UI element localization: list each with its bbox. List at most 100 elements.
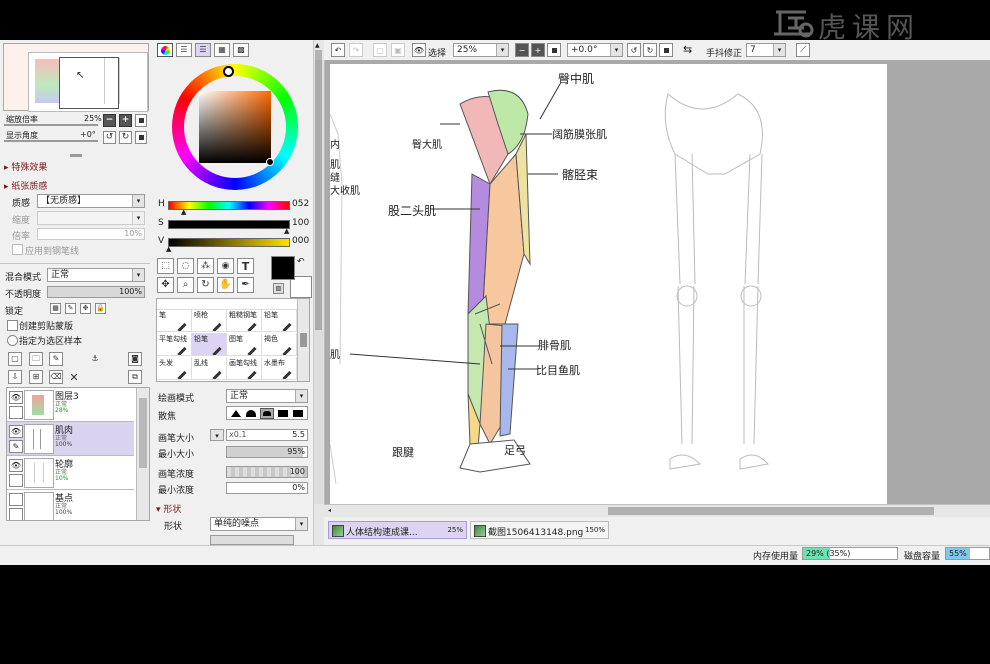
zoom-in-button[interactable]: + (119, 114, 132, 127)
paper-texture-header[interactable]: ▸ 纸张质感 (4, 179, 47, 192)
visibility-eye-icon[interactable]: 👁 (9, 459, 23, 472)
s-slider-thumb[interactable]: ▲ (284, 228, 289, 235)
brush-tool-3[interactable]: 铅笔 (262, 309, 297, 332)
show-selection-eye-icon[interactable]: 👁 (412, 43, 426, 57)
eyedropper-tool-icon[interactable]: ✒ (237, 277, 254, 293)
saturation-value-square[interactable] (199, 91, 271, 163)
hand-tool-icon[interactable]: ✋ (217, 277, 234, 293)
blend-mode-select[interactable]: 正常 ▾ (47, 268, 145, 282)
hsv-slider-tab[interactable]: ☰ (195, 43, 211, 57)
canvas-zoom-reset-button[interactable] (547, 43, 561, 57)
lock-all-button[interactable]: 🔒 (95, 303, 106, 314)
canvas-paper[interactable]: 臀中肌 阔筋膜张肌 髂胫束 臀大肌 股二头肌 腓骨肌 比目鱼肌 跟腱 足弓 内 … (330, 64, 887, 504)
layer-list-scrollbar[interactable] (136, 388, 149, 520)
invert-select-button[interactable]: ▣ (391, 43, 405, 57)
zoom-slider[interactable] (4, 124, 98, 126)
canvas-rotate-select[interactable]: +0.0° ▾ (567, 43, 623, 57)
swatches-tab[interactable]: ▦ (214, 43, 230, 57)
visibility-eye-icon[interactable] (9, 493, 23, 506)
density-slider[interactable]: 100 (226, 466, 308, 478)
selection-pen-tool[interactable]: ◉ (217, 258, 234, 274)
merge-down-button[interactable]: ⊞ (29, 370, 43, 384)
canvas-zoom-out-button[interactable]: − (515, 43, 529, 57)
brush-tool-9[interactable]: 乱线 (192, 357, 227, 380)
flip-horizontal-icon[interactable]: ⇆ (683, 43, 692, 56)
multiplier-slider[interactable]: 10% (37, 228, 145, 240)
min-density-slider[interactable]: 0% (226, 482, 308, 494)
min-size-slider[interactable]: 95% (226, 446, 308, 458)
lock-paint-button[interactable]: ✎ (65, 303, 76, 314)
s-slider[interactable] (168, 220, 290, 229)
canvas-viewport[interactable]: 臀中肌 阔筋膜张肌 髂胫束 臀大肌 股二头肌 腓骨肌 比目鱼肌 跟腱 足弓 内 … (314, 60, 990, 504)
rotate-tool-icon[interactable]: ↻ (197, 277, 214, 293)
clip-mask-checkbox[interactable] (7, 320, 18, 331)
color-wheel[interactable] (172, 64, 298, 190)
scratchpad-tab[interactable]: ▩ (233, 43, 249, 57)
h-slider-thumb[interactable]: ▲ (181, 209, 186, 216)
rect-select-tool[interactable]: ⬚ (157, 258, 174, 274)
brush-tool-4[interactable]: 平笔勾线 (157, 333, 192, 356)
special-effects-header[interactable]: ▸ 特殊效果 (4, 160, 47, 173)
doc-tab[interactable]: 截图1506413148.png 150% (470, 521, 609, 539)
delete-layer-button[interactable]: ✕ (67, 370, 81, 384)
layer-options-button[interactable]: ⚓ (88, 352, 102, 366)
shape-strength-slider[interactable] (210, 535, 294, 545)
lock-move-button[interactable]: ✥ (80, 303, 91, 314)
canvas-rotate-right-button[interactable]: ↻ (643, 43, 657, 57)
layer-select-checkbox[interactable] (9, 508, 23, 520)
draw-mode-select[interactable]: 正常 ▾ (226, 389, 308, 403)
quality-select[interactable]: 【无质感】 ▾ (37, 194, 145, 208)
new-set-button[interactable]: 🗀 (29, 352, 43, 366)
brush-tool-0[interactable]: 笔 (157, 309, 192, 332)
color-wheel-tab[interactable] (157, 43, 173, 57)
transparent-color-icon[interactable]: ▧ (273, 283, 284, 294)
rotate-right-button[interactable]: ↻ (119, 131, 132, 144)
transfer-down-button[interactable]: ⇩ (8, 370, 22, 384)
layer-item[interactable]: 👁 轮廓 正常 10% (7, 456, 134, 490)
clear-layer-button[interactable]: ⌫ (49, 370, 63, 384)
sample-checkbox[interactable] (7, 335, 18, 346)
straight-line-toggle[interactable]: ⟋ (796, 43, 810, 57)
merge-visible-button[interactable]: ⧉ (128, 370, 142, 384)
brush-size-slider[interactable]: x0.1 5.5 (226, 429, 308, 441)
angle-slider[interactable] (4, 140, 98, 142)
edge-hardness-selector[interactable] (226, 406, 308, 420)
tool-grid-scrollbar[interactable] (297, 299, 309, 381)
zoom-reset-button[interactable] (135, 114, 147, 127)
magic-wand-tool[interactable]: ⁂ (197, 258, 214, 274)
new-layer-button[interactable]: ▢ (8, 352, 22, 366)
canvas-left-scrollbar[interactable] (314, 60, 325, 504)
canvas-zoom-in-button[interactable]: + (531, 43, 545, 57)
brush-tool-8[interactable]: 头发 (157, 357, 192, 380)
layer-item[interactable]: 👁 图层3 正常 28% (7, 388, 134, 422)
scale-select[interactable]: ▾ (37, 211, 145, 225)
brush-tool-11[interactable]: 水墨布 (262, 357, 297, 380)
redo-button[interactable]: ↷ (349, 43, 363, 57)
doc-tab-active[interactable]: 人体结构速成课... 25% (328, 521, 467, 539)
navigator-preview[interactable]: ↖ (3, 43, 149, 112)
canvas-rotate-reset-button[interactable] (659, 43, 673, 57)
v-slider-thumb[interactable]: ▲ (166, 246, 171, 253)
brush-tool-5[interactable]: 铅笔 (192, 333, 227, 356)
layer-select-checkbox[interactable] (9, 406, 23, 419)
stabilizer-select[interactable]: 7 ▾ (746, 43, 786, 57)
rgb-slider-tab[interactable]: ☰ (176, 43, 192, 57)
foreground-color-swatch[interactable] (271, 256, 295, 280)
lock-transparency-button[interactable]: ▦ (50, 303, 61, 314)
brush-tool-6[interactable]: 图笔 (227, 333, 262, 356)
brush-size-mult-select[interactable]: ▾ (210, 429, 224, 441)
visibility-eye-icon[interactable]: 👁 (9, 425, 23, 438)
layer-item-selected[interactable]: 👁 ✎ 肌肉 正常 100% (7, 422, 134, 456)
zoom-tool-icon[interactable]: ⌕ (177, 277, 194, 293)
new-linework-layer-button[interactable]: ✎ (49, 352, 63, 366)
layer-item[interactable]: 基点 正常 100% (7, 490, 134, 520)
brush-tool-10[interactable]: 画笔勾线 (227, 357, 262, 380)
layer-select-checkbox[interactable] (9, 474, 23, 487)
lasso-select-tool[interactable]: ◌ (177, 258, 194, 274)
v-slider[interactable] (168, 238, 290, 247)
deselect-button[interactable]: ▢ (373, 43, 387, 57)
rotate-left-button[interactable]: ↺ (103, 131, 116, 144)
brush-tool-7[interactable]: 褐色 (262, 333, 297, 356)
rotate-reset-button[interactable] (135, 131, 147, 144)
undo-button[interactable]: ↶ (331, 43, 345, 57)
